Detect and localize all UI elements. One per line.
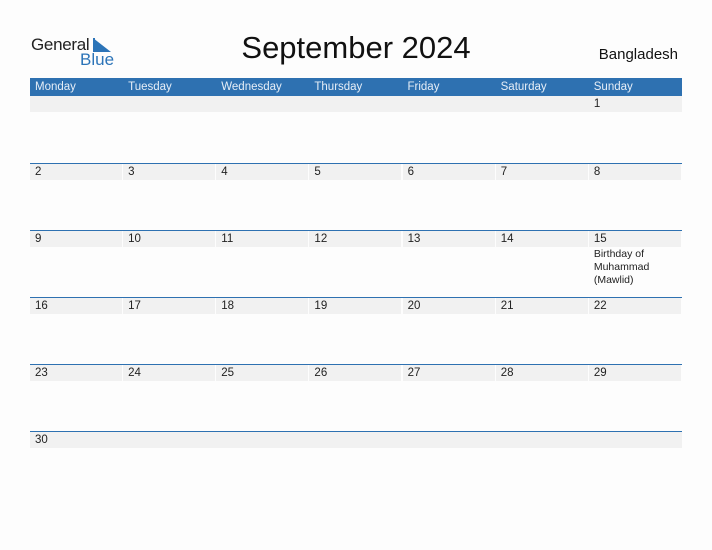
- day-number: 15: [588, 231, 681, 247]
- day-number: 14: [495, 231, 588, 247]
- day-number: 9: [30, 231, 122, 247]
- day-cell[interactable]: 18: [216, 298, 309, 363]
- day-cell[interactable]: 3: [123, 164, 216, 229]
- country-label: Bangladesh: [598, 46, 678, 63]
- day-number: 2: [30, 164, 122, 180]
- day-number: 24: [123, 365, 216, 381]
- day-number: 23: [30, 365, 122, 381]
- day-cell[interactable]: 29: [588, 365, 681, 430]
- week-row: 2345678: [30, 163, 682, 229]
- weekday-saturday: Saturday: [500, 81, 547, 93]
- day-number: 20: [402, 298, 495, 314]
- day-number: 29: [588, 365, 681, 381]
- weekday-wednesday: Wednesday: [221, 81, 282, 93]
- day-cell[interactable]: 12: [309, 231, 402, 296]
- day-cell[interactable]: 4: [216, 164, 309, 229]
- week-row: 23 24 25 26 27 28 29: [30, 364, 682, 430]
- weekday-sunday: Sunday: [593, 81, 633, 93]
- day-number: 4: [216, 164, 309, 180]
- day-number: 3: [123, 164, 216, 180]
- weekday-friday: Friday: [407, 81, 440, 93]
- date-band: [30, 432, 682, 448]
- day-number: 26: [309, 365, 402, 381]
- day-number: 27: [402, 365, 495, 381]
- day-number: 19: [309, 298, 402, 314]
- day-cell[interactable]: 15 Birthday of Muhammad (Mawlid): [588, 231, 681, 296]
- day-cell[interactable]: 30: [30, 432, 122, 497]
- day-cell[interactable]: 24: [123, 365, 216, 430]
- day-cell[interactable]: 28: [495, 365, 588, 430]
- day-cell[interactable]: 16: [30, 298, 122, 363]
- day-number: 18: [216, 298, 309, 314]
- day-number: 28: [495, 365, 588, 381]
- day-cell[interactable]: 5: [309, 164, 402, 229]
- day-cell[interactable]: 9: [30, 231, 122, 296]
- day-number: 8: [588, 164, 681, 180]
- day-cell[interactable]: 10: [123, 231, 216, 296]
- day-number: 7: [495, 164, 588, 180]
- day-cell[interactable]: 6: [402, 164, 495, 229]
- day-cell[interactable]: 14: [495, 231, 588, 296]
- day-cell[interactable]: 27: [402, 365, 495, 430]
- day-number: 6: [402, 164, 495, 180]
- day-number: 17: [123, 298, 216, 314]
- day-number: 12: [309, 231, 402, 247]
- day-number: 13: [402, 231, 495, 247]
- day-number: 16: [30, 298, 122, 314]
- day-number: 25: [216, 365, 309, 381]
- day-number: 1: [588, 96, 681, 112]
- day-cell[interactable]: 20: [402, 298, 495, 363]
- day-cell[interactable]: 22: [588, 298, 681, 363]
- day-cell[interactable]: 11: [216, 231, 309, 296]
- day-number: 30: [30, 432, 122, 448]
- day-cell[interactable]: 23: [30, 365, 122, 430]
- day-number: 21: [495, 298, 588, 314]
- weekday-tuesday: Tuesday: [128, 81, 172, 93]
- day-cell[interactable]: 1: [588, 96, 681, 161]
- weekday-thursday: Thursday: [314, 81, 363, 93]
- week-row: 9 10 11 12 13 14 15 Birthday of Muhammad (Mawli…: [30, 230, 682, 296]
- day-cell[interactable]: 8: [588, 164, 681, 229]
- day-number: 22: [588, 298, 681, 314]
- day-number: 5: [309, 164, 402, 180]
- date-band: [30, 96, 682, 112]
- holiday-label: Birthday of Muhammad (Mawlid): [593, 248, 650, 286]
- day-number: 10: [123, 231, 216, 247]
- weekday-monday: Monday: [35, 81, 76, 93]
- day-number: 11: [216, 231, 309, 247]
- week-row: 30: [30, 431, 682, 497]
- weekday-header: Monday Tuesday Wednesday Thursday Friday…: [30, 78, 682, 96]
- day-cell[interactable]: 25: [216, 365, 309, 430]
- day-cell[interactable]: 17: [123, 298, 216, 363]
- day-cell[interactable]: 26: [309, 365, 402, 430]
- day-cell[interactable]: 2: [30, 164, 122, 229]
- day-cell[interactable]: 21: [495, 298, 588, 363]
- day-cell[interactable]: 13: [402, 231, 495, 296]
- day-cell[interactable]: 19: [309, 298, 402, 363]
- week-row: 1: [30, 96, 682, 162]
- week-row: 16 17 18 19 20 21 22: [30, 297, 682, 363]
- day-cell[interactable]: 7: [495, 164, 588, 229]
